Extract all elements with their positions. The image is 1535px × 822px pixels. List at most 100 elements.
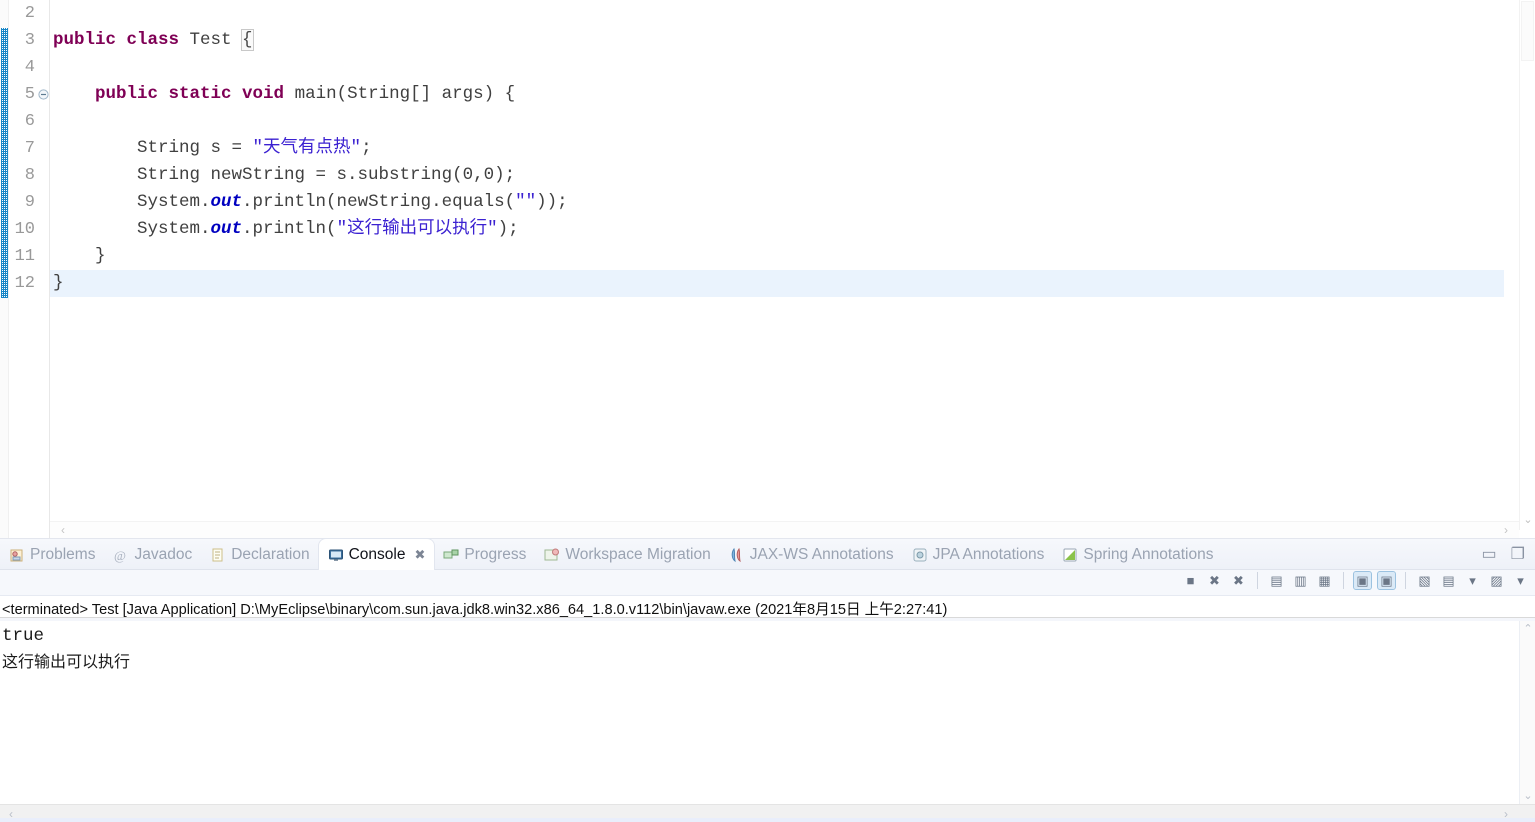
tab-label: Declaration bbox=[231, 545, 310, 563]
code-line[interactable]: public static void main(String[] args) { bbox=[50, 81, 1504, 108]
open-console-button[interactable]: ▨ bbox=[1488, 572, 1505, 589]
tab-declaration[interactable]: Declaration bbox=[201, 539, 318, 570]
tab-jpa-annotations[interactable]: JPA Annotations bbox=[903, 539, 1054, 570]
jpa-icon bbox=[912, 547, 928, 563]
code-text-area[interactable]: public class Test { public static void m… bbox=[50, 0, 1504, 530]
toolbar-separator bbox=[1343, 572, 1344, 589]
code-token: Test bbox=[189, 30, 243, 50]
word-wrap-button[interactable]: ▦ bbox=[1316, 572, 1333, 589]
code-line[interactable]: } bbox=[50, 243, 1504, 270]
code-token: ); bbox=[497, 219, 519, 239]
code-token: String newString = s.substring(0,0); bbox=[53, 165, 516, 185]
clear-console-button[interactable]: ▤ bbox=[1268, 572, 1285, 589]
tab-workspace-migration[interactable]: Workspace Migration bbox=[535, 539, 719, 570]
line-number: 7 bbox=[24, 139, 35, 158]
fold-collapse-icon[interactable] bbox=[37, 81, 49, 108]
code-token: .println( bbox=[242, 219, 337, 239]
code-token: "" bbox=[515, 192, 537, 212]
line-number: 3 bbox=[24, 31, 35, 50]
remove-all-launches-button[interactable]: ✖ bbox=[1230, 572, 1247, 589]
tab-label: JAX-WS Annotations bbox=[749, 545, 894, 563]
code-token: void bbox=[242, 84, 295, 104]
code-token: static bbox=[168, 84, 243, 104]
tab-problems[interactable]: Problems bbox=[0, 539, 104, 570]
svg-text:@: @ bbox=[114, 548, 126, 563]
show-console-on-error-button[interactable]: ▣ bbox=[1377, 571, 1396, 590]
panel-window-buttons: ▭ ❐ bbox=[1482, 544, 1525, 564]
editor-vscroll-thumb[interactable] bbox=[1521, 1, 1534, 61]
console-output-area[interactable]: true 这行输出可以执行 ⌃ ⌄ ‹ › bbox=[0, 621, 1535, 822]
toolbar-separator bbox=[1257, 572, 1258, 589]
panel-bottom-edge bbox=[0, 818, 1535, 822]
editor-vertical-scrollbar[interactable]: ⌄ bbox=[1519, 0, 1535, 530]
code-line[interactable]: } bbox=[50, 270, 1504, 297]
tab-javadoc[interactable]: @ Javadoc bbox=[104, 539, 201, 570]
code-token: out bbox=[210, 219, 243, 239]
code-token: main(String[] args) { bbox=[294, 84, 516, 104]
code-token: class bbox=[126, 30, 190, 50]
code-line[interactable]: System.out.println("这行输出可以执行"); bbox=[50, 216, 1504, 243]
code-token: ; bbox=[361, 138, 372, 158]
code-token: "天气有点热" bbox=[252, 138, 362, 158]
code-line[interactable] bbox=[50, 0, 1504, 27]
remove-launch-button[interactable]: ✖ bbox=[1206, 572, 1223, 589]
code-editor[interactable]: 2 3 4 5 6 7 8 9 10 11 12 public class Test { publi… bbox=[0, 0, 1535, 538]
javadoc-icon: @ bbox=[113, 547, 129, 563]
declaration-icon bbox=[210, 547, 226, 563]
console-icon bbox=[328, 547, 344, 563]
code-token: "这行输出可以执行" bbox=[336, 219, 498, 239]
tab-label: Problems bbox=[30, 545, 96, 563]
console-output-line: true bbox=[2, 626, 45, 646]
console-toolbar-icons: ■ ✖ ✖ ▤ ▥ ▦ ▣ ▣ ▧ ▤ ▾ ▨ ▾ bbox=[1182, 571, 1529, 590]
console-toolbar: ■ ✖ ✖ ▤ ▥ ▦ ▣ ▣ ▧ ▤ ▾ ▨ ▾ bbox=[0, 570, 1535, 596]
tab-jax-ws-annotations[interactable]: JAX-WS Annotations bbox=[720, 539, 903, 570]
editor-horizontal-scrollbar[interactable]: ‹ › bbox=[50, 521, 1519, 538]
scroll-down-icon[interactable]: ⌄ bbox=[1520, 512, 1535, 528]
bottom-view-panel: Problems @ Javadoc Declaration Console ✖ Progr… bbox=[0, 538, 1535, 822]
toolbar-separator bbox=[1405, 572, 1406, 589]
console-output-text: true 这行输出可以执行 bbox=[2, 623, 1515, 802]
code-token: .println(newString.equals( bbox=[242, 192, 516, 212]
jaxws-icon bbox=[729, 547, 745, 563]
tab-close-icon[interactable]: ✖ bbox=[414, 547, 425, 563]
tab-console[interactable]: Console ✖ bbox=[318, 539, 435, 570]
line-number-ruler[interactable]: 2 3 4 5 6 7 8 9 10 11 12 bbox=[9, 0, 50, 538]
problems-icon bbox=[9, 547, 25, 563]
console-process-label: <terminated> Test [Java Application] D:\… bbox=[0, 596, 1535, 618]
terminate-button[interactable]: ■ bbox=[1182, 572, 1199, 589]
code-line[interactable]: String newString = s.substring(0,0); bbox=[50, 162, 1504, 189]
code-token: public bbox=[53, 30, 127, 50]
open-console-dropdown[interactable]: ▾ bbox=[1512, 572, 1529, 589]
display-console-dropdown[interactable]: ▾ bbox=[1464, 572, 1481, 589]
view-tab-bar: Problems @ Javadoc Declaration Console ✖ Progr… bbox=[0, 539, 1535, 570]
code-token: String s = bbox=[53, 138, 253, 158]
minimize-button[interactable]: ▭ bbox=[1482, 544, 1497, 564]
code-token: out bbox=[210, 192, 243, 212]
tab-label: JPA Annotations bbox=[932, 545, 1045, 563]
console-scroll-down-icon[interactable]: ⌄ bbox=[1520, 788, 1535, 804]
console-scroll-up-icon[interactable]: ⌃ bbox=[1520, 621, 1535, 637]
tab-progress[interactable]: Progress bbox=[434, 539, 535, 570]
code-token: public bbox=[95, 84, 169, 104]
show-console-on-output-button[interactable]: ▣ bbox=[1353, 571, 1372, 590]
display-selected-console-button[interactable]: ▤ bbox=[1440, 572, 1457, 589]
scroll-left-icon[interactable]: ‹ bbox=[54, 522, 72, 539]
scroll-right-icon[interactable]: › bbox=[1497, 522, 1515, 539]
pin-console-button[interactable]: ▧ bbox=[1416, 572, 1433, 589]
code-line[interactable]: public class Test { bbox=[50, 27, 1504, 54]
code-line[interactable] bbox=[50, 108, 1504, 135]
code-token: { bbox=[241, 29, 254, 51]
console-vertical-scrollbar[interactable]: ⌃ ⌄ bbox=[1519, 621, 1535, 804]
line-number: 11 bbox=[14, 247, 35, 266]
scroll-lock-button[interactable]: ▥ bbox=[1292, 572, 1309, 589]
line-number: 2 bbox=[24, 4, 35, 23]
code-line[interactable]: System.out.println(newString.equals(""))… bbox=[50, 189, 1504, 216]
code-line[interactable] bbox=[50, 54, 1504, 81]
line-number: 5 bbox=[24, 85, 35, 104]
code-line[interactable]: String s = "天气有点热"; bbox=[50, 135, 1504, 162]
code-token: } bbox=[53, 273, 64, 293]
maximize-button[interactable]: ❐ bbox=[1511, 544, 1525, 564]
tab-spring-annotations[interactable]: Spring Annotations bbox=[1053, 539, 1222, 570]
line-number: 8 bbox=[24, 166, 35, 185]
